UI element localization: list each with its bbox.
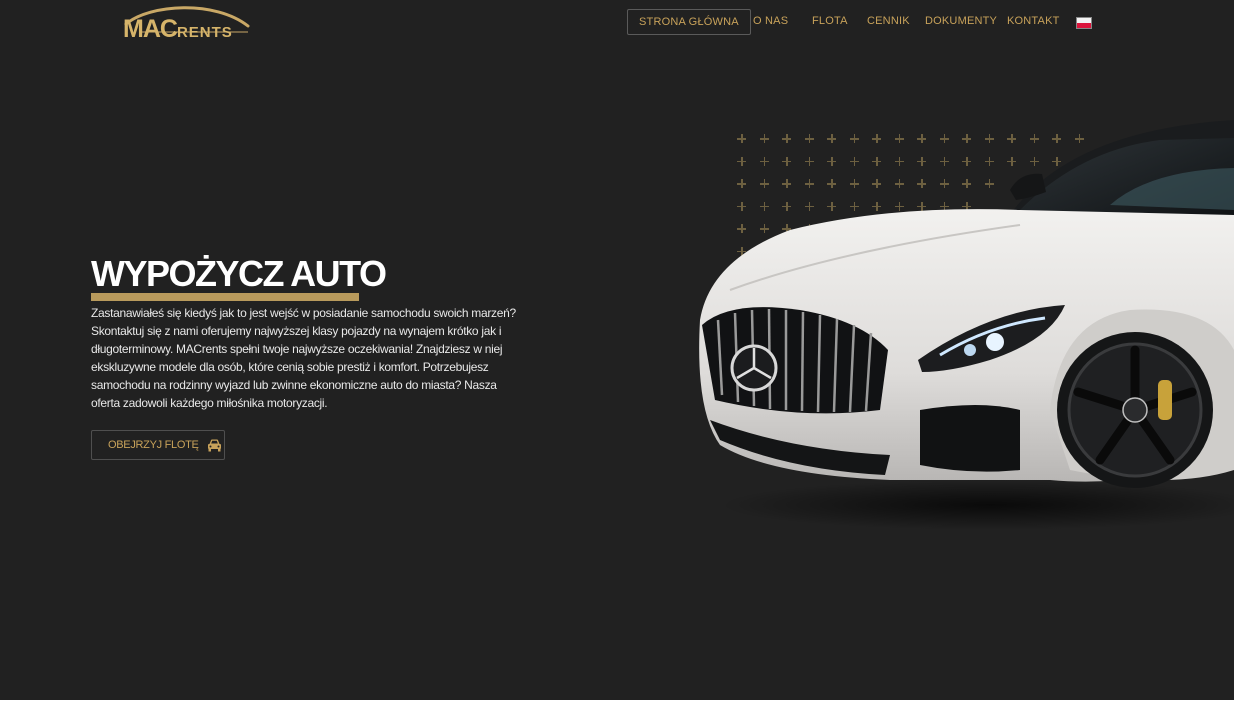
hero-title: WYPOŻYCZ AUTO xyxy=(91,253,387,294)
logo-text: MACRENTS xyxy=(123,14,233,48)
nav-item-o-nas[interactable]: O NAS xyxy=(753,9,788,33)
nav-item-cennik[interactable]: CENNIK xyxy=(867,9,910,33)
hero-title-underline xyxy=(91,293,359,301)
nav-item-dokumenty[interactable]: DOKUMENTY xyxy=(925,9,997,33)
hero-description: Zastanawiałeś się kiedyś jak to jest wej… xyxy=(91,306,516,410)
pl-flag-icon[interactable] xyxy=(1076,17,1092,29)
car-front-icon xyxy=(207,439,221,451)
nav-item-kontakt[interactable]: KONTAKT xyxy=(1007,9,1060,33)
white-sports-car-image xyxy=(699,120,1234,530)
site-logo[interactable]: MACRENTS xyxy=(120,2,252,44)
view-fleet-button-label: OBEJRZYJ FLOTĘ xyxy=(108,439,199,451)
nav-item-strona-glowna[interactable]: STRONA GŁÓWNA xyxy=(627,9,751,35)
nav-item-flota[interactable]: FLOTA xyxy=(812,9,848,33)
logo-text-main: MAC xyxy=(123,15,178,43)
logo-text-small: RENTS xyxy=(176,24,233,41)
view-fleet-button[interactable]: OBEJRZYJ FLOTĘ xyxy=(91,430,225,460)
